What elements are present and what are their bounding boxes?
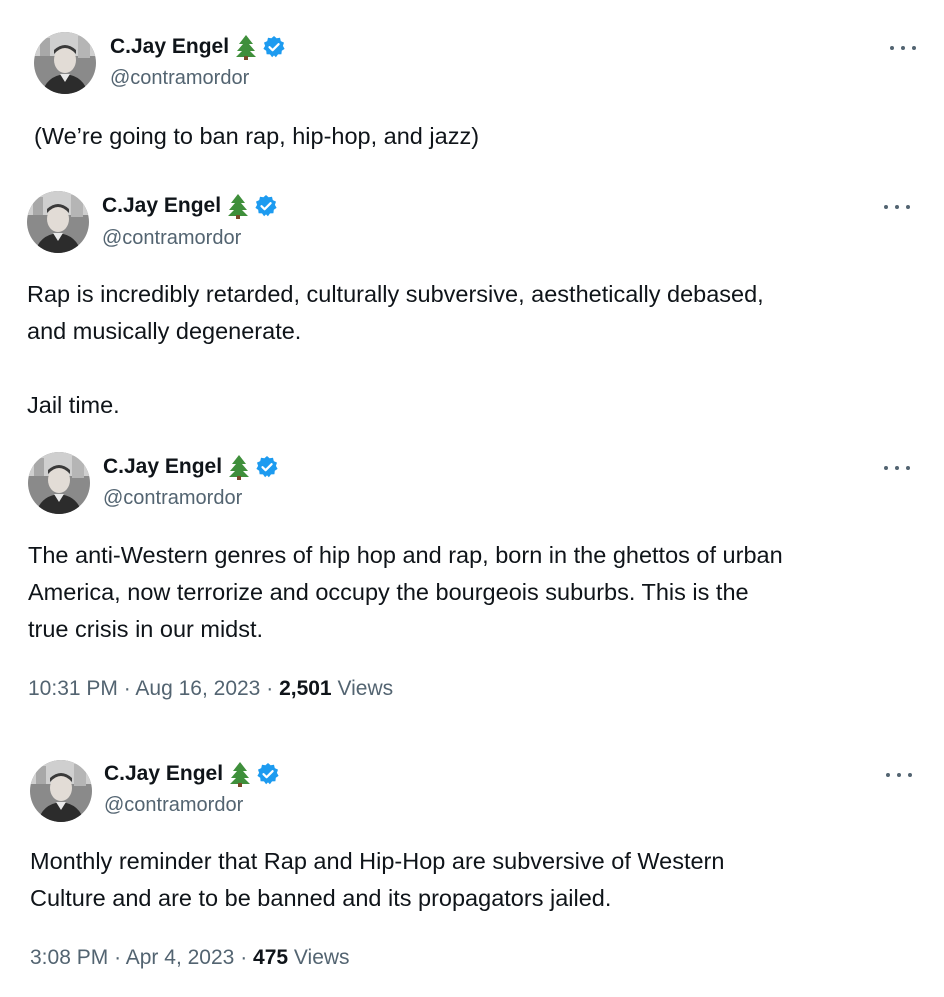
avatar[interactable] bbox=[30, 760, 92, 822]
author-name-row[interactable]: C.Jay Engel bbox=[104, 761, 280, 787]
tweet-text: Rap is incredibly retarded, culturally s… bbox=[27, 281, 764, 418]
tweet-time[interactable]: 3:08 PM bbox=[30, 946, 108, 969]
separator: · bbox=[114, 946, 122, 969]
author-name[interactable]: C.Jay Engel bbox=[110, 34, 229, 60]
evergreen-tree-icon bbox=[235, 34, 257, 60]
author-name[interactable]: C.Jay Engel bbox=[104, 761, 223, 787]
evergreen-tree-icon bbox=[227, 193, 249, 219]
views-count: 2,501 bbox=[279, 677, 332, 700]
tweet-meta: 10:31 PM · Aug 16, 2023 · 2,501 Views bbox=[28, 676, 393, 702]
tweet-meta: 3:08 PM · Apr 4, 2023 · 475 Views bbox=[30, 945, 350, 971]
separator: · bbox=[123, 677, 131, 700]
author-name-row[interactable]: C.Jay Engel bbox=[103, 454, 279, 480]
separator: · bbox=[240, 946, 248, 969]
author-name-row[interactable]: C.Jay Engel bbox=[102, 193, 278, 219]
author-handle[interactable]: @contramordor bbox=[110, 66, 249, 90]
more-options-icon[interactable] bbox=[890, 43, 916, 53]
author-handle[interactable]: @contramordor bbox=[103, 486, 242, 510]
tweet-text: The anti-Western genres of hip hop and r… bbox=[28, 542, 783, 642]
avatar[interactable] bbox=[28, 452, 90, 514]
separator: · bbox=[266, 677, 274, 700]
evergreen-tree-icon bbox=[228, 454, 250, 480]
tweet-card[interactable]: C.Jay Engel @contramordor Rap is incredi… bbox=[6, 168, 944, 436]
tweet-text: (We’re going to ban rap, hip-hop, and ja… bbox=[34, 123, 480, 149]
avatar[interactable] bbox=[34, 32, 96, 94]
tweet-time[interactable]: 10:31 PM bbox=[28, 677, 118, 700]
verified-badge-icon bbox=[256, 762, 280, 786]
more-options-icon[interactable] bbox=[884, 202, 910, 212]
verified-badge-icon bbox=[262, 35, 286, 59]
author-name-row[interactable]: C.Jay Engel bbox=[110, 34, 286, 60]
tweet-date[interactable]: Apr 4, 2023 bbox=[126, 946, 235, 969]
author-handle[interactable]: @contramordor bbox=[102, 226, 241, 250]
avatar[interactable] bbox=[27, 191, 89, 253]
tweet-text: Monthly reminder that Rap and Hip-Hop ar… bbox=[30, 848, 725, 911]
verified-badge-icon bbox=[254, 194, 278, 218]
tweet-card[interactable]: C.Jay Engel @contramordor The anti-Weste… bbox=[2, 436, 940, 732]
tweet-card[interactable]: C.Jay Engel @contramordor (We’re going t… bbox=[0, 0, 944, 168]
views-label: Views bbox=[293, 946, 350, 969]
author-name[interactable]: C.Jay Engel bbox=[103, 454, 222, 480]
views-count: 475 bbox=[253, 946, 289, 969]
tweet-date[interactable]: Aug 16, 2023 bbox=[135, 677, 260, 700]
views-label: Views bbox=[337, 677, 394, 700]
author-handle[interactable]: @contramordor bbox=[104, 793, 243, 817]
evergreen-tree-icon bbox=[229, 761, 251, 787]
more-options-icon[interactable] bbox=[884, 463, 910, 473]
tweet-card[interactable]: C.Jay Engel @contramordor Monthly remind… bbox=[3, 744, 941, 997]
verified-badge-icon bbox=[255, 455, 279, 479]
more-options-icon[interactable] bbox=[886, 770, 912, 780]
author-name[interactable]: C.Jay Engel bbox=[102, 193, 221, 219]
